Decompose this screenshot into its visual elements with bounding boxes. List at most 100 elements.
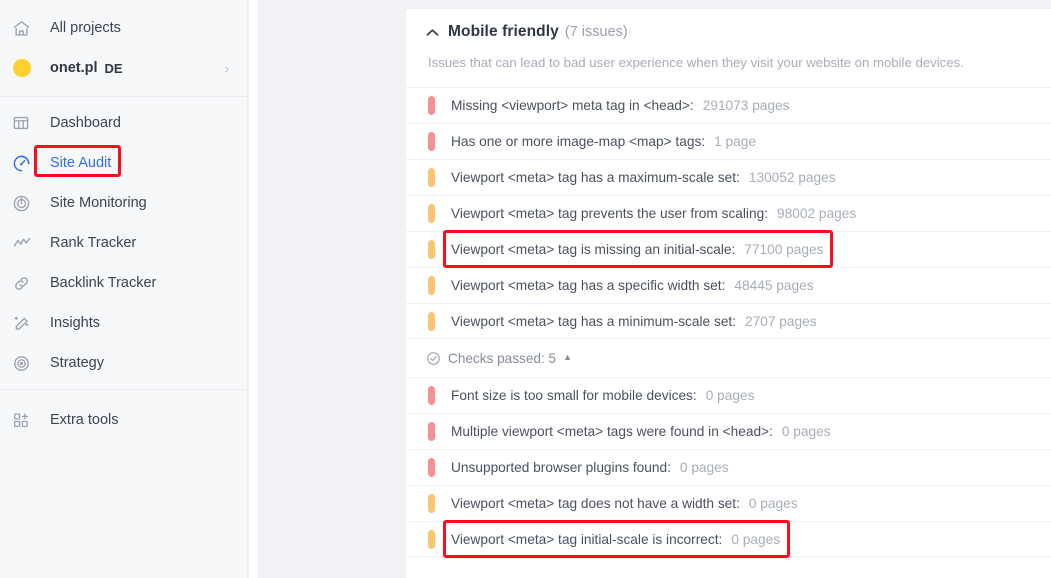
issue-label: Font size is too small for mobile device… <box>451 388 697 403</box>
panel-body: Mobile friendly (7 issues) Issues that c… <box>406 0 1051 557</box>
project-locale: DE <box>104 60 123 76</box>
severity-indicator-mid <box>428 529 435 549</box>
check-circle-icon <box>426 351 441 366</box>
severity-indicator-high <box>428 386 435 405</box>
sidebar-gutter <box>249 0 258 578</box>
issue-label: Viewport <meta> tag has a specific width… <box>451 278 726 293</box>
issue-label: Viewport <meta> tag does not have a widt… <box>451 496 740 511</box>
issue-row[interactable]: Viewport <meta> tag has a minimum-scale … <box>406 303 1051 339</box>
sidebar-top-group: All projects onet.pl DE › <box>0 0 247 88</box>
sidebar-item-site-audit[interactable]: Site Audit <box>0 143 247 183</box>
sidebar-divider-top <box>0 96 247 97</box>
sidebar-item-label: Extra tools <box>50 412 119 428</box>
backlink-tracker-icon <box>12 272 38 294</box>
severity-indicator-high <box>428 96 435 115</box>
issue-page-count: 1 page <box>714 134 756 149</box>
main-panel: Mobile friendly (7 issues) Issues that c… <box>406 0 1051 578</box>
panel-top-strip <box>406 0 1051 9</box>
sidebar: All projects onet.pl DE › Dashboard Site… <box>0 0 248 578</box>
issue-row[interactable]: Viewport <meta> tag is missing an initia… <box>406 231 1051 267</box>
sidebar-item-rank-tracker[interactable]: Rank Tracker <box>0 223 247 263</box>
issue-label: Viewport <meta> tag has a maximum-scale … <box>451 170 740 185</box>
issue-page-count: 0 pages <box>705 388 755 403</box>
issue-page-count: 0 pages <box>679 460 729 475</box>
chevron-up-icon[interactable] <box>426 27 439 39</box>
sidebar-item-insights[interactable]: Insights <box>0 303 247 343</box>
sidebar-item-label: Site Audit <box>50 155 112 171</box>
severity-indicator-high <box>428 458 435 477</box>
sidebar-item-label: Insights <box>50 315 100 331</box>
severity-indicator-high <box>428 422 435 441</box>
sidebar-divider-bottom <box>0 389 247 390</box>
content-background-gap <box>258 0 406 578</box>
sidebar-item-project[interactable]: onet.pl DE › <box>0 48 247 88</box>
issue-row[interactable]: Multiple viewport <meta> tags were found… <box>406 413 1051 449</box>
issue-label: Has one or more image-map <map> tags: <box>451 134 706 149</box>
severity-indicator-mid <box>428 204 435 223</box>
issue-row[interactable]: Unsupported browser plugins found: 0 page… <box>406 449 1051 485</box>
sidebar-item-label: Backlink Tracker <box>50 275 157 291</box>
issue-label: Missing <viewport> meta tag in <head>: <box>451 98 694 113</box>
section-description: Issues that can lead to bad user experie… <box>428 55 964 70</box>
issue-row[interactable]: Viewport <meta> tag initial-scale is inc… <box>406 521 1051 557</box>
sidebar-item-label: All projects <box>50 20 121 36</box>
rank-tracker-icon <box>12 232 38 254</box>
checks-passed-list: Font size is too small for mobile device… <box>406 377 1051 557</box>
issue-page-count: 77100 pages <box>744 242 824 257</box>
severity-indicator-mid <box>428 276 435 295</box>
checks-passed-label: Checks passed: 5 <box>448 350 557 366</box>
sidebar-item-site-monitoring[interactable]: Site Monitoring <box>0 183 247 223</box>
issue-label: Unsupported browser plugins found: <box>451 460 671 475</box>
severity-indicator-mid <box>428 494 435 513</box>
issue-row[interactable]: Font size is too small for mobile device… <box>406 377 1051 413</box>
checks-passed-toggle[interactable]: Checks passed: 5 ▲ <box>406 339 1051 377</box>
severity-indicator-mid <box>428 311 435 331</box>
issue-label: Viewport <meta> tag is missing an initia… <box>451 242 736 257</box>
issue-page-count: 48445 pages <box>734 278 814 293</box>
sidebar-item-label: Rank Tracker <box>50 235 137 251</box>
issue-page-count: 0 pages <box>748 496 798 511</box>
severity-indicator-high <box>428 132 435 151</box>
issue-row[interactable]: Viewport <meta> tag has a maximum-scale … <box>406 159 1051 195</box>
home-icon <box>12 17 38 39</box>
issue-label: Multiple viewport <meta> tags were found… <box>451 424 773 439</box>
sidebar-item-label: Dashboard <box>50 115 121 131</box>
issue-label: Viewport <meta> tag initial-scale is inc… <box>451 531 723 547</box>
sidebar-item-strategy[interactable]: Strategy <box>0 343 247 383</box>
issue-page-count: 0 pages <box>731 531 781 547</box>
sidebar-item-all-projects[interactable]: All projects <box>0 8 247 48</box>
sidebar-nav-group: Dashboard Site Audit Site Monitoring Ran… <box>0 103 247 383</box>
section-title: Mobile friendly <box>448 23 559 40</box>
caret-up-icon[interactable]: ▲ <box>563 352 572 362</box>
project-name: onet.pl <box>50 60 98 76</box>
severity-indicator-mid <box>428 168 435 187</box>
site-audit-icon <box>12 152 38 174</box>
issue-label: Viewport <meta> tag prevents the user fr… <box>451 206 769 221</box>
sidebar-item-label: Strategy <box>50 355 104 371</box>
issue-list: Missing <viewport> meta tag in <head>: 29… <box>406 87 1051 339</box>
app-root: All projects onet.pl DE › Dashboard Site… <box>0 0 1051 578</box>
section-issue-count: (7 issues) <box>564 24 628 40</box>
section-header-mobile-friendly[interactable]: Mobile friendly (7 issues) <box>406 9 1051 43</box>
sidebar-item-dashboard[interactable]: Dashboard <box>0 103 247 143</box>
issue-row[interactable]: Viewport <meta> tag has a specific width… <box>406 267 1051 303</box>
issue-page-count: 130052 pages <box>748 170 836 185</box>
issue-page-count: 98002 pages <box>777 206 857 221</box>
site-monitoring-icon <box>12 192 38 214</box>
issue-label: Viewport <meta> tag has a minimum-scale … <box>451 313 737 329</box>
sidebar-item-extra-tools[interactable]: Extra tools <box>0 400 247 440</box>
issue-row[interactable]: Has one or more image-map <map> tags: 1 p… <box>406 123 1051 159</box>
issue-row[interactable]: Viewport <meta> tag prevents the user fr… <box>406 195 1051 231</box>
sidebar-item-label: Site Monitoring <box>50 195 147 211</box>
issue-page-count: 2707 pages <box>745 313 817 329</box>
severity-indicator-mid <box>428 240 435 259</box>
issue-row[interactable]: Viewport <meta> tag does not have a widt… <box>406 485 1051 521</box>
sidebar-item-backlink-tracker[interactable]: Backlink Tracker <box>0 263 247 303</box>
issue-row[interactable]: Missing <viewport> meta tag in <head>: 29… <box>406 87 1051 123</box>
extra-tools-icon <box>12 409 38 431</box>
issue-page-count: 291073 pages <box>702 98 790 113</box>
insights-icon <box>12 312 38 334</box>
project-avatar-dot <box>12 57 38 79</box>
dashboard-icon <box>12 112 38 134</box>
chevron-right-icon[interactable]: › <box>225 61 229 76</box>
